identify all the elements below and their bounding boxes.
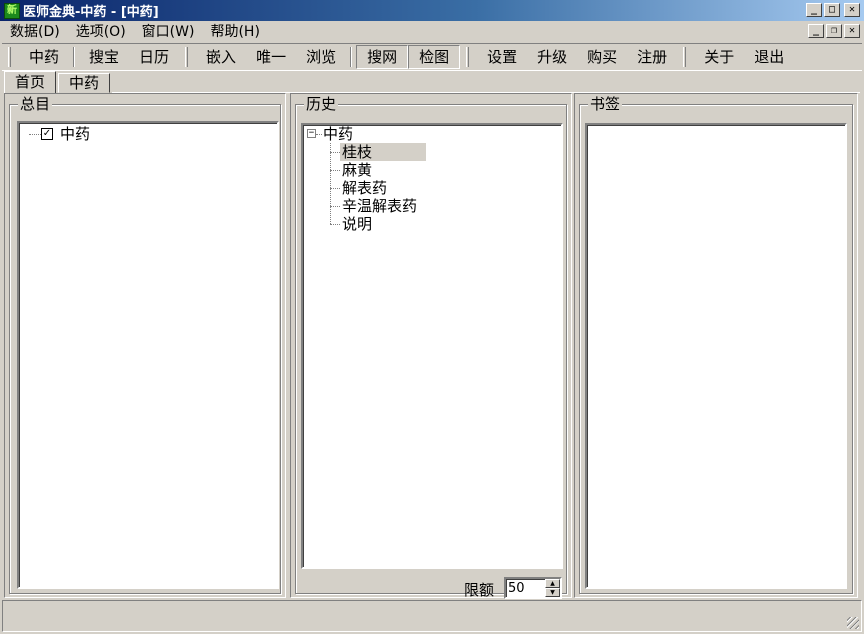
toolbar-grip[interactable] — [466, 47, 470, 67]
tree-item[interactable]: 解表药 — [303, 179, 561, 197]
tree-item[interactable]: 辛温解表药 — [303, 197, 561, 215]
toolbar-grip[interactable] — [683, 47, 687, 67]
checkbox[interactable]: ✓ — [41, 128, 53, 140]
toolbar-browse-button[interactable]: 浏览 — [296, 45, 346, 69]
toolbar-search-treasure-button[interactable]: 搜宝 — [79, 45, 129, 69]
menu-window[interactable]: 窗口(W) — [132, 22, 201, 42]
toolbar-buy-button[interactable]: 购买 — [577, 45, 627, 69]
toolbar-separator — [73, 47, 76, 67]
history-title: 历史 — [304, 95, 339, 113]
tree-root[interactable]: − 中药 — [303, 125, 561, 143]
spin-up-icon[interactable]: ▲ — [545, 579, 560, 588]
toolbar-about-button[interactable]: 关于 — [694, 45, 744, 69]
tree-connector — [330, 206, 340, 207]
status-bar — [2, 600, 862, 632]
app-icon[interactable]: 新 — [4, 2, 20, 19]
history-panel: 历史 − 中药 桂枝 麻黄 解表药 辛温解表药 说明 限额 50 ▲ ▼ — [290, 93, 572, 599]
child-restore-button[interactable]: ❐ — [826, 24, 842, 38]
toolbar-grip[interactable] — [185, 47, 189, 67]
title-bar: 新 医师金典-中药 - [中药] _ □ ✕ — [0, 0, 864, 21]
resize-grip-icon[interactable] — [847, 617, 859, 629]
toolbar-search-web-button[interactable]: 搜网 — [356, 45, 409, 69]
toolbar-herbs-button[interactable]: 中药 — [19, 45, 69, 69]
catalog-tree[interactable]: ✓ 中药 — [17, 121, 279, 589]
toolbar-calendar-button[interactable]: 日历 — [129, 45, 179, 69]
tree-item-label: 辛温解表药 — [342, 197, 418, 215]
menu-bar: 数据(D) 选项(O) 窗口(W) 帮助(H) _ ❐ ✕ — [0, 21, 864, 43]
tree-item[interactable]: 桂枝 — [303, 143, 561, 161]
mdi-buttons: _ ❐ ✕ — [808, 24, 860, 38]
catalog-panel: 总目 ✓ 中药 — [4, 93, 286, 598]
child-close-button[interactable]: ✕ — [844, 24, 860, 38]
catalog-group: 总目 ✓ 中药 — [9, 95, 281, 594]
caption-buttons: _ □ ✕ — [806, 3, 860, 17]
tree-item[interactable]: 说明 — [303, 215, 561, 233]
limit-spinbox: ▲ ▼ — [504, 577, 562, 599]
tree-item[interactable]: 麻黄 — [303, 161, 561, 179]
window-title: 医师金典-中药 - [中药] — [23, 5, 159, 20]
minimize-button[interactable]: _ — [806, 3, 822, 17]
tree-item-label: 说明 — [342, 215, 373, 233]
tree-connector — [29, 134, 41, 135]
tree-root-label: 中药 — [323, 125, 354, 143]
toolbar-grip[interactable] — [8, 47, 11, 67]
limit-input[interactable] — [508, 580, 544, 596]
limit-label: 限额 — [464, 581, 495, 599]
toolbar-upgrade-button[interactable]: 升级 — [527, 45, 577, 69]
catalog-title: 总目 — [18, 95, 53, 113]
toolbar-unique-button[interactable]: 唯一 — [246, 45, 296, 69]
toolbar: 中药 搜宝 日历 嵌入 唯一 浏览 搜网 检图 设置 升级 购买 注册 关于 退… — [2, 43, 862, 71]
tab-home[interactable]: 首页 — [4, 71, 57, 93]
collapse-icon[interactable]: − — [307, 129, 316, 138]
tree-item-label: 解表药 — [342, 179, 388, 197]
menu-options[interactable]: 选项(O) — [66, 22, 132, 42]
menu-data[interactable]: 数据(D) — [0, 22, 66, 42]
tab-herbs[interactable]: 中药 — [58, 73, 111, 93]
toolbar-separator — [350, 47, 353, 67]
tree-connector — [330, 188, 340, 189]
spin-down-icon[interactable]: ▼ — [545, 588, 560, 597]
tree-connector — [330, 224, 340, 225]
tree-item-label: 桂枝 — [340, 143, 426, 161]
tree-item-label: 麻黄 — [342, 161, 373, 179]
maximize-button[interactable]: □ — [824, 3, 840, 17]
bookmarks-title: 书签 — [588, 95, 623, 113]
bookmarks-list[interactable] — [585, 123, 847, 589]
menu-help[interactable]: 帮助(H) — [200, 22, 265, 42]
child-minimize-button[interactable]: _ — [808, 24, 824, 38]
tab-strip: 首页 中药 — [4, 71, 860, 93]
history-tree[interactable]: − 中药 桂枝 麻黄 解表药 辛温解表药 说明 — [301, 123, 563, 569]
toolbar-embed-button[interactable]: 嵌入 — [196, 45, 246, 69]
tree-item[interactable]: ✓ 中药 — [19, 125, 277, 143]
toolbar-search-image-button[interactable]: 检图 — [408, 45, 461, 69]
tree-connector — [330, 152, 340, 153]
toolbar-exit-button[interactable]: 退出 — [744, 45, 794, 69]
close-button[interactable]: ✕ — [844, 3, 860, 17]
bookmarks-panel: 书签 — [574, 93, 858, 598]
toolbar-register-button[interactable]: 注册 — [627, 45, 677, 69]
toolbar-settings-button[interactable]: 设置 — [477, 45, 527, 69]
history-group: 历史 − 中药 桂枝 麻黄 解表药 辛温解表药 说明 限额 50 ▲ ▼ — [295, 95, 567, 599]
tree-item-label: 中药 — [60, 125, 91, 143]
tree-connector — [330, 170, 340, 171]
bookmarks-group: 书签 — [579, 95, 853, 594]
